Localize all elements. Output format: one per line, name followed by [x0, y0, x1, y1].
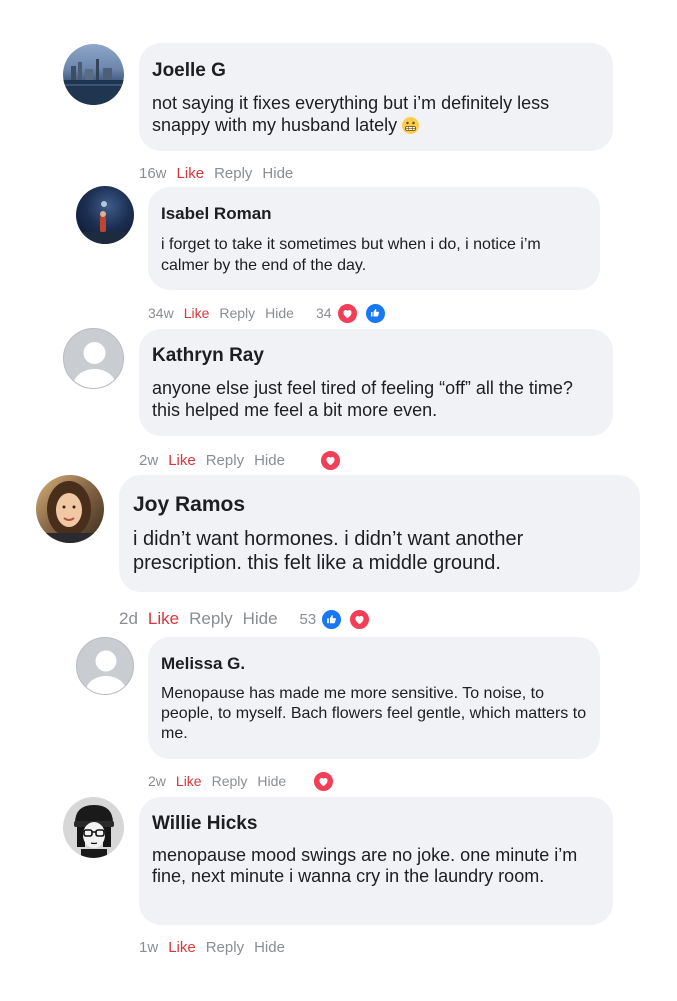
comment-text: not saying it fixes everything but i’m d… [152, 93, 550, 135]
comment-bubble: Kathryn Ray anyone else just feel tired … [139, 329, 613, 436]
heart-reaction-icon [348, 607, 372, 631]
heart-reaction-icon [312, 769, 336, 793]
commenter-name[interactable]: Willie Hicks [152, 812, 600, 836]
timestamp[interactable]: 1w [139, 939, 158, 956]
avatar[interactable] [36, 475, 104, 543]
hide-button[interactable]: Hide [243, 609, 278, 629]
comment-text: anyone else just feel tired of feeling “… [152, 378, 573, 420]
hide-button[interactable]: Hide [254, 452, 285, 469]
hide-button[interactable]: Hide [254, 939, 285, 956]
reply-button[interactable]: Reply [206, 452, 244, 469]
reply-button[interactable]: Reply [214, 165, 252, 182]
timestamp[interactable]: 34w [148, 305, 174, 321]
comment-bubble: Willie Hicks menopause mood swings are n… [139, 797, 613, 925]
thumbs-up-reaction-icon [363, 301, 387, 325]
reaction-icons[interactable] [318, 448, 352, 472]
commenter-name[interactable]: Melissa G. [161, 653, 587, 675]
reply-button[interactable]: Reply [206, 939, 244, 956]
reply-button[interactable]: Reply [212, 773, 248, 789]
timestamp[interactable]: 2w [139, 452, 158, 469]
comment-text: i forget to take it sometimes but when i… [161, 236, 541, 274]
reply-button[interactable]: Reply [189, 609, 232, 629]
default-avatar-icon[interactable] [76, 637, 134, 695]
like-button[interactable]: Like [177, 165, 205, 182]
like-button[interactable]: Like [184, 305, 210, 321]
comment-actions: 2w Like Reply Hide [148, 769, 345, 793]
comment-actions: 1w Like Reply Hide [139, 937, 295, 957]
like-button[interactable]: Like [168, 452, 196, 469]
comment-text: Menopause has made me more sensitive. To… [161, 685, 587, 742]
reaction-icons[interactable] [320, 607, 381, 631]
default-avatar-icon[interactable] [63, 328, 124, 389]
avatar[interactable] [76, 186, 134, 244]
timestamp[interactable]: 2w [148, 773, 166, 789]
comment-bubble: Isabel Roman i forget to take it sometim… [148, 187, 600, 290]
hide-button[interactable]: Hide [265, 305, 294, 321]
comment-text: i didn’t want hormones. i didn’t want an… [133, 528, 524, 574]
like-button[interactable]: Like [176, 773, 202, 789]
commenter-name[interactable]: Isabel Roman [161, 203, 587, 225]
comment-actions: 34w Like Reply Hide 34 [148, 301, 397, 325]
thumbs-up-reaction-icon [320, 607, 344, 631]
comment-bubble: Joy Ramos i didn’t want hormones. i didn… [119, 475, 640, 592]
comment-bubble: Joelle G not saying it fixes everything … [139, 43, 613, 151]
hide-button[interactable]: Hide [262, 165, 293, 182]
commenter-name[interactable]: Joy Ramos [133, 492, 626, 518]
heart-reaction-icon [335, 301, 359, 325]
heart-reaction-icon [318, 448, 342, 472]
avatar[interactable] [63, 44, 124, 105]
timestamp[interactable]: 16w [139, 165, 167, 182]
reaction-icons[interactable] [312, 769, 345, 793]
commenter-name[interactable]: Kathryn Ray [152, 344, 600, 368]
hide-button[interactable]: Hide [257, 773, 286, 789]
comment-actions: 2d Like Reply Hide 53 [119, 607, 381, 631]
comment-actions: 2w Like Reply Hide [139, 448, 352, 472]
avatar[interactable] [63, 797, 124, 858]
commenter-name[interactable]: Joelle G [152, 59, 600, 83]
like-button[interactable]: Like [148, 609, 179, 629]
reaction-icons[interactable] [335, 301, 397, 325]
comment-actions: 16w Like Reply Hide [139, 163, 303, 183]
comment-bubble: Melissa G. Menopause has made me more se… [148, 637, 600, 759]
reaction-count[interactable]: 34 [316, 305, 332, 321]
comment-text: menopause mood swings are no joke. one m… [152, 845, 578, 886]
timestamp[interactable]: 2d [119, 609, 138, 629]
reply-button[interactable]: Reply [219, 305, 255, 321]
like-button[interactable]: Like [168, 939, 196, 956]
grimace-emoji-icon [402, 117, 420, 134]
reaction-count[interactable]: 53 [300, 611, 317, 628]
